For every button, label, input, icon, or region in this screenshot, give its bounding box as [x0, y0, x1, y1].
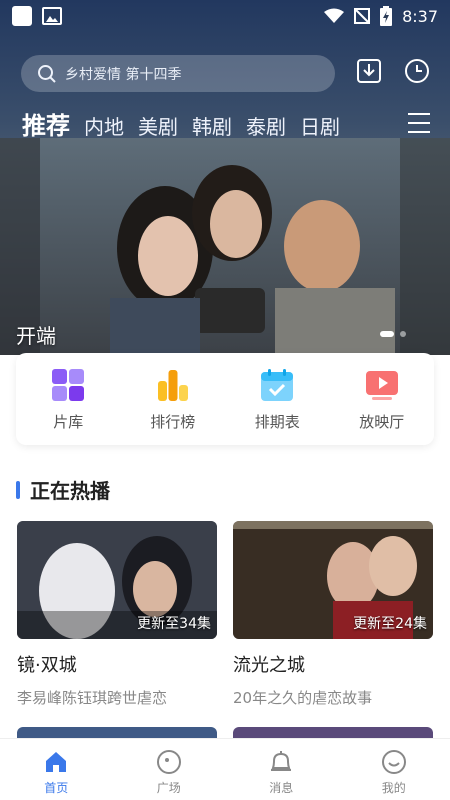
- nav-label: 首页: [44, 781, 69, 795]
- nav-home[interactable]: 首页: [0, 739, 113, 800]
- menu-icon[interactable]: [408, 113, 430, 133]
- quick-entry-screening-room[interactable]: 放映厅: [330, 353, 435, 445]
- hero-title[interactable]: 开端: [16, 320, 56, 349]
- quick-entry-label: 片库: [53, 413, 84, 431]
- home-icon: [46, 752, 67, 772]
- show-title[interactable]: 镜·双城: [17, 651, 217, 677]
- nav-profile[interactable]: 我的: [338, 739, 450, 800]
- carousel-dot: [400, 331, 406, 337]
- top-banner: 8:37 乡村爱情 第十四季 推荐 内地 美剧 韩剧 泰剧 日剧 开端: [0, 0, 450, 355]
- quick-entry-label: 排行榜: [150, 413, 196, 431]
- wifi-icon: [324, 8, 345, 23]
- episode-badge: 更新至34集: [137, 616, 211, 632]
- episode-badge: 更新至24集: [353, 616, 427, 632]
- quick-entry-label: 排期表: [254, 413, 300, 431]
- download-icon[interactable]: [356, 58, 382, 84]
- no-signal-icon: [354, 8, 371, 24]
- tab-mainland[interactable]: 内地: [84, 111, 124, 140]
- search-icon: [38, 64, 56, 83]
- clock-time: 8:37: [402, 6, 438, 26]
- carousel-dot-active: [380, 331, 394, 337]
- bottom-navigation: 首页 广场 消息 我的: [0, 738, 450, 800]
- section-title: 正在热播: [30, 479, 110, 503]
- show-card[interactable]: 更新至24集 流光之城 20年之久的虐恋故事: [233, 521, 433, 708]
- history-clock-icon[interactable]: [404, 58, 430, 84]
- section-now-playing: 正在热播: [16, 475, 110, 504]
- compass-icon: [156, 750, 181, 774]
- tab-thai-drama[interactable]: 泰剧: [246, 111, 286, 140]
- quick-entry-label: 放映厅: [359, 413, 405, 431]
- image-notification-icon: [42, 7, 62, 25]
- show-subtitle: 李易峰陈钰琪跨世虐恋: [17, 689, 168, 707]
- show-poster[interactable]: 更新至24集: [233, 521, 433, 639]
- grid-icon: [52, 369, 85, 401]
- hero-image[interactable]: [0, 138, 450, 355]
- bar-chart-icon: [157, 370, 188, 401]
- play-screen-icon: [365, 371, 398, 400]
- quick-entry-ranking[interactable]: 排行榜: [121, 353, 226, 445]
- quick-entry-card: 片库 排行榜 排期表 放映厅: [16, 353, 434, 445]
- nav-square[interactable]: 广场: [113, 739, 226, 800]
- search-placeholder: 乡村爱情 第十四季: [65, 66, 182, 83]
- section-accent-bar: [16, 480, 20, 499]
- quick-entry-schedule[interactable]: 排期表: [225, 353, 330, 445]
- nav-label: 广场: [156, 781, 181, 795]
- search-bar[interactable]: 乡村爱情 第十四季: [21, 55, 335, 92]
- carousel-indicator: [380, 331, 406, 337]
- tab-recommend[interactable]: 推荐: [22, 106, 70, 141]
- nav-label: 消息: [269, 781, 294, 795]
- tab-korean-drama[interactable]: 韩剧: [192, 111, 232, 140]
- show-card[interactable]: 更新至34集 镜·双城 李易峰陈钰琪跨世虐恋: [17, 521, 217, 708]
- show-title[interactable]: 流光之城: [233, 651, 433, 677]
- calendar-check-icon: [261, 369, 294, 401]
- status-bar: 8:37: [0, 0, 450, 32]
- show-poster[interactable]: 更新至34集: [17, 521, 217, 639]
- nav-messages[interactable]: 消息: [225, 739, 338, 800]
- smile-icon: [381, 750, 406, 774]
- quick-entry-library[interactable]: 片库: [16, 353, 121, 445]
- show-subtitle: 20年之久的虐恋故事: [233, 689, 373, 707]
- category-tabs: 推荐 内地 美剧 韩剧 泰剧 日剧: [22, 106, 402, 142]
- battery-charging-icon: [380, 6, 393, 26]
- bell-icon: [271, 751, 292, 771]
- tab-us-drama[interactable]: 美剧: [138, 111, 178, 140]
- nav-label: 我的: [381, 781, 406, 795]
- notification-icon: [12, 6, 32, 26]
- tab-japanese-drama[interactable]: 日剧: [300, 111, 340, 140]
